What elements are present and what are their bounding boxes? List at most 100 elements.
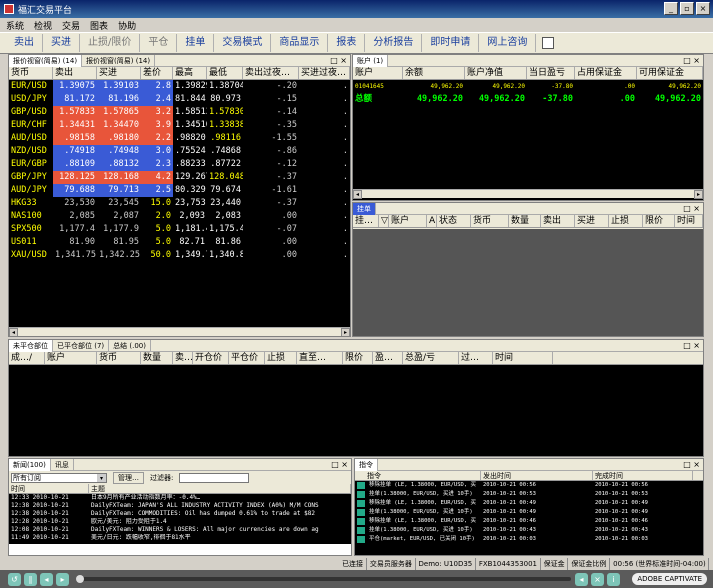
tab-commands[interactable]: 指令 <box>355 459 378 471</box>
history-item[interactable]: 移除挂单 (LE, 1.38000, EUR/USD, 买 2010-10-21 … <box>355 499 703 508</box>
news-item[interactable]: 12:28 2010-10-21 欧元/美元: 阻力受阻于1.4 <box>9 518 351 526</box>
quote-row[interactable]: XAU/USD 1,341.751,342.25 50.0 1,349.701,340… <box>9 249 350 262</box>
col-sell-rollover[interactable]: 卖出过夜… <box>243 67 299 79</box>
col-time[interactable]: 时间 <box>675 215 703 227</box>
col-command[interactable]: 指令 <box>355 471 481 480</box>
quote-row[interactable]: EUR/USD 1.390751.391032.81.398291.38704 -.… <box>9 80 350 93</box>
history-item[interactable]: 移除挂单 (LE, 1.38000, EUR/USD, 买 2010-10-21 … <box>355 481 703 490</box>
news-item[interactable]: 12:33 2010-10-21 日本9月所有产业活动指数月率：-0.4%… <box>9 494 351 502</box>
col-currency[interactable]: 货币 <box>97 352 141 364</box>
seek-slider[interactable] <box>76 575 571 583</box>
col-a[interactable]: A <box>427 215 437 227</box>
col-limit[interactable]: 限价 <box>343 352 373 364</box>
tab-news[interactable]: 新闻(100) <box>9 459 51 471</box>
instant-apply-button[interactable]: 即时申请 <box>422 34 480 52</box>
tab-closed-positions[interactable]: 已平仓部位 (7) <box>53 340 110 352</box>
col-trailing[interactable]: 直至… <box>297 352 343 364</box>
tab-quotes-simple-2[interactable]: 报价视窗(简易) (14) <box>82 55 156 67</box>
panel-controls-icon[interactable]: □ × <box>683 459 700 471</box>
tab-messages[interactable]: 讯息 <box>51 459 74 471</box>
tab-open-positions[interactable]: 未平仓部位 <box>9 340 53 352</box>
seek-handle[interactable] <box>76 575 84 583</box>
account-hscroll[interactable]: ◂ ▸ <box>353 189 703 199</box>
previous-icon[interactable]: ◂ <box>40 572 53 586</box>
col-spread[interactable]: 差价 <box>141 67 173 79</box>
col-amount[interactable]: 数量 <box>509 215 541 227</box>
col-account[interactable]: 账户 <box>389 215 427 227</box>
col-limit[interactable]: 限价 <box>643 215 675 227</box>
col-ticket[interactable]: 成…/ <box>9 352 45 364</box>
col-used-margin[interactable]: 占用保证金 <box>575 67 637 79</box>
history-item[interactable]: 平仓(market, EUR/USD, 已关闭 10手) 2010-10-21 0… <box>355 535 703 544</box>
col-open-price[interactable]: 开仓价 <box>193 352 229 364</box>
info-icon[interactable]: i <box>607 572 620 586</box>
col-balance[interactable]: 余额 <box>403 67 465 79</box>
col-sell[interactable]: 卖出 <box>53 67 97 79</box>
panel-controls-icon[interactable]: □ × <box>331 459 348 471</box>
col-high[interactable]: 最高 <box>173 67 207 79</box>
col-currency[interactable]: 货币 <box>471 215 509 227</box>
col-close-price[interactable]: 平仓价 <box>229 352 265 364</box>
quote-row[interactable]: EUR/CHF 1.344311.344703.91.345101.33838 -.… <box>9 119 350 132</box>
tab-quotes-simple[interactable]: 报价视窗(简易) (14) <box>9 55 83 67</box>
news-item[interactable]: 12:08 2010-10-21 DailyFXTeam: WINNERS & L… <box>9 526 351 534</box>
quote-row[interactable]: USD/JPY 81.172 81.196 2.4 81.844 80.973 -.15. <box>9 93 350 106</box>
tab-orders[interactable]: 挂单 <box>353 203 376 215</box>
maximize-button[interactable]: ▫ <box>680 2 694 15</box>
col-gross-pl[interactable]: 总盈/亏 <box>403 352 459 364</box>
tab-account[interactable]: 账户 (1) <box>353 55 389 67</box>
reports-button[interactable]: 报表 <box>328 34 366 52</box>
sell-button[interactable]: 卖出 <box>6 34 43 52</box>
minimize-button[interactable]: _ <box>664 2 678 15</box>
col-pl[interactable]: 盈… <box>373 352 403 364</box>
quote-row[interactable]: NZD/USD .74918.74948 3.0.75524 .74868 -.86. <box>9 145 350 158</box>
col-amount[interactable]: 数量 <box>141 352 173 364</box>
panel-controls-icon[interactable]: □ × <box>330 55 347 67</box>
menu-trade[interactable]: 交易 <box>62 19 80 32</box>
news-item[interactable]: 11:49 2010-10-21 美元/日元: 跌幅收窄,徘徊于81水平 <box>9 534 351 542</box>
pause-icon[interactable]: ∥ <box>24 572 37 586</box>
close-player-icon[interactable]: × <box>591 572 604 586</box>
volume-icon[interactable]: ◂ <box>575 572 588 586</box>
col-rollover[interactable]: 过… <box>459 352 493 364</box>
col-time[interactable]: 时间 <box>493 352 553 364</box>
quotes-hscroll[interactable]: ◂ ▸ <box>9 327 350 336</box>
history-item[interactable]: 挂单(1.38000, EUR/USD, 买进 10手) 2010-10-21 0… <box>355 508 703 517</box>
col-status[interactable]: 状态 <box>437 215 471 227</box>
col-usable-margin[interactable]: 可用保证金 <box>637 67 703 79</box>
quote-row[interactable]: GBP/JPY 128.125128.1684.2129.267128.048 -.… <box>9 171 350 184</box>
close-button[interactable]: × <box>696 2 710 15</box>
next-icon[interactable]: ▸ <box>56 572 69 586</box>
rewind-icon[interactable]: ↺ <box>8 572 21 586</box>
analysis-report-button[interactable]: 分析报告 <box>365 34 423 52</box>
buy-button[interactable]: 买进 <box>43 34 80 52</box>
col-stop[interactable]: 止损 <box>265 352 297 364</box>
entry-order-button[interactable]: 挂单 <box>177 34 215 52</box>
account-row[interactable]: 01041645 49,962.20 49,962.20 -37.80 .00 … <box>353 80 703 93</box>
history-item[interactable]: 挂单(1.38000, EUR/USD, 买进 10手) 2010-10-21 0… <box>355 490 703 499</box>
menu-chart[interactable]: 图表 <box>90 19 108 32</box>
news-item[interactable]: 12:38 2010-10-21 DailyFXTeam: COMMODITIES… <box>9 510 351 518</box>
panel-controls-icon[interactable]: □ × <box>683 55 700 67</box>
menu-system[interactable]: 系统 <box>6 19 24 32</box>
col-buy[interactable]: 买进 <box>575 215 609 227</box>
menu-help[interactable]: 协助 <box>118 19 136 32</box>
panel-controls-icon[interactable]: □ × <box>683 203 700 215</box>
news-filter-input[interactable] <box>179 472 250 483</box>
col-account[interactable]: 账户 <box>353 67 403 79</box>
quote-row[interactable]: HKG33 23,530 23,545 15.0 23,753 23,440 -.37. <box>9 197 350 210</box>
col-equity[interactable]: 账户净值 <box>465 67 527 79</box>
trading-mode-button[interactable]: 交易模式 <box>214 34 272 52</box>
col-daily-pl[interactable]: 当日盈亏 <box>527 67 575 79</box>
quote-row[interactable]: AUD/JPY 79.688 79.713 2.5 80.329 79.674 -1.61. <box>9 184 350 197</box>
col-stop[interactable]: 止损 <box>609 215 643 227</box>
col-issued-time[interactable]: 发出时间 <box>481 471 593 480</box>
quote-row[interactable]: EUR/GBP .88109.88132 2.3.88233 .87722 -.12. <box>9 158 350 171</box>
online-consult-button[interactable]: 网上咨询 <box>479 34 537 52</box>
col-buy-rollover[interactable]: 买进过夜… <box>299 67 350 79</box>
col-order[interactable]: 挂… <box>353 215 379 227</box>
instrument-display-button[interactable]: 商品显示 <box>271 34 329 52</box>
history-item[interactable]: 移除挂单 (LE, 1.38000, EUR/USD, 买 2010-10-21 … <box>355 517 703 526</box>
manage-button[interactable]: 管理… <box>113 471 144 484</box>
chevron-down-icon[interactable]: ▾ <box>97 473 106 482</box>
